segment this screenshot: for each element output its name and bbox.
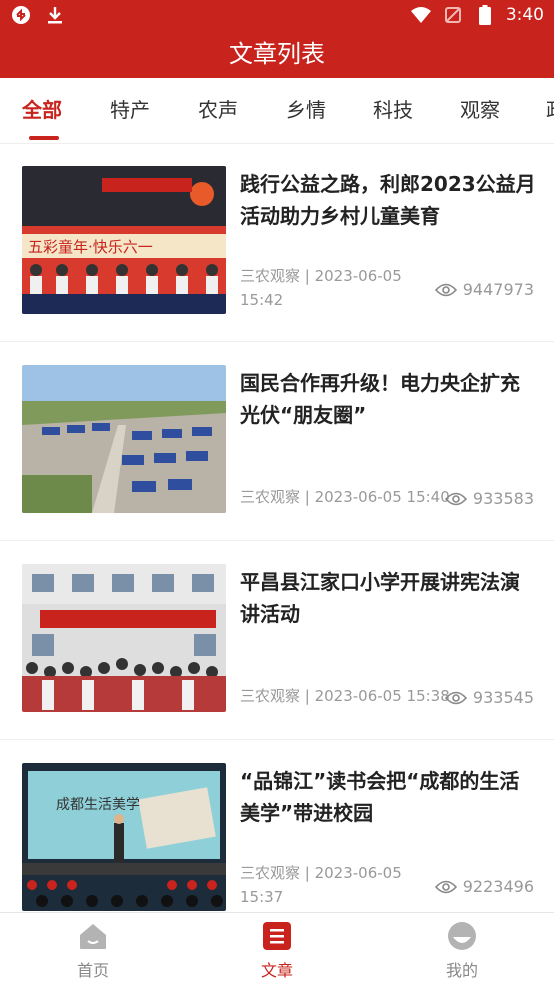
- view-count: 933545: [444, 688, 534, 707]
- eye-icon: [444, 492, 467, 505]
- app-header: 3:40 文章列表: [0, 0, 554, 78]
- article-title: 国民合作再升级！电力央企扩充光伏“朋友圈”: [240, 371, 520, 427]
- nav-articles-label: 文章: [260, 961, 293, 980]
- view-count-value: 9447973: [462, 280, 534, 299]
- article-thumbnail: [22, 365, 226, 513]
- nav-articles[interactable]: 文章: [217, 921, 337, 981]
- svg-text:五彩童年·快乐六一: 五彩童年·快乐六一: [28, 238, 153, 256]
- page-title: 文章列表: [229, 40, 325, 68]
- no-signal-icon: [442, 4, 464, 26]
- article-thumbnail: [22, 564, 226, 712]
- nav-home-label: 首页: [76, 961, 109, 980]
- profile-icon: [447, 921, 477, 951]
- article-icon: [262, 921, 292, 951]
- eye-icon: [444, 691, 467, 704]
- download-icon: [44, 4, 66, 26]
- tab-observation[interactable]: 观察: [460, 94, 500, 123]
- sync-icon: [10, 4, 32, 26]
- tab-all[interactable]: 全部: [22, 94, 62, 123]
- article-item[interactable]: 国民合作再升级！电力央企扩充光伏“朋友圈” 三农观察 | 2023-06-05 …: [0, 343, 554, 541]
- svg-text:成都生活美学: 成都生活美学: [56, 797, 140, 813]
- tab-farm-voice[interactable]: 农声: [198, 94, 238, 123]
- article-thumbnail: 成都生活美学: [22, 763, 226, 911]
- article-title: 践行公益之路，利郎2023公益月活动助力乡村儿童美育: [240, 172, 536, 228]
- article-title: 平昌县江家口小学开展讲宪法演讲活动: [240, 570, 520, 626]
- category-tabs: 全部 特产 农声 乡情 科技 观察 政: [0, 78, 554, 144]
- nav-home[interactable]: 首页: [33, 921, 153, 981]
- article-meta: 三农观察 | 2023-06-05 15:37: [240, 864, 402, 906]
- tab-specialty[interactable]: 特产: [110, 94, 150, 123]
- view-count: 933583: [444, 489, 534, 508]
- nav-profile[interactable]: 我的: [402, 921, 522, 981]
- article-meta: 三农观察 | 2023-06-05 15:42: [240, 267, 402, 309]
- active-tab-indicator: [29, 136, 59, 140]
- view-count: 9223496: [434, 877, 534, 896]
- eye-icon: [434, 880, 457, 893]
- view-count: 9447973: [434, 280, 534, 299]
- view-count-value: 933583: [472, 489, 534, 508]
- status-time: 3:40: [505, 5, 544, 25]
- battery-icon: [474, 4, 496, 26]
- view-count-value: 9223496: [462, 877, 534, 896]
- article-item[interactable]: 五彩童年·快乐六一 践行公益之路，利郎2023公益月活动助力乡村儿童美育 三农观…: [0, 144, 554, 342]
- eye-icon: [434, 283, 457, 296]
- home-icon: [78, 921, 108, 951]
- status-bar: 3:40: [0, 0, 554, 30]
- wifi-icon: [410, 4, 432, 26]
- article-meta: 三农观察 | 2023-06-05 15:38: [240, 687, 450, 705]
- nav-profile-label: 我的: [445, 961, 478, 980]
- view-count-value: 933545: [472, 688, 534, 707]
- article-item[interactable]: 成都生活美学 “品锦江”读书会把“成都的生活美学”带进校园 三农观察 | 202…: [0, 741, 554, 939]
- tab-politics[interactable]: 政: [546, 94, 554, 123]
- article-title: “品锦江”读书会把“成都的生活美学”带进校园: [240, 769, 520, 825]
- tab-technology[interactable]: 科技: [373, 94, 413, 123]
- article-meta: 三农观察 | 2023-06-05 15:40: [240, 488, 450, 506]
- article-item[interactable]: 平昌县江家口小学开展讲宪法演讲活动 三农观察 | 2023-06-05 15:3…: [0, 542, 554, 740]
- bottom-nav: 首页 文章 我的: [0, 912, 554, 986]
- article-thumbnail: 五彩童年·快乐六一: [22, 166, 226, 314]
- tab-hometown[interactable]: 乡情: [286, 94, 326, 123]
